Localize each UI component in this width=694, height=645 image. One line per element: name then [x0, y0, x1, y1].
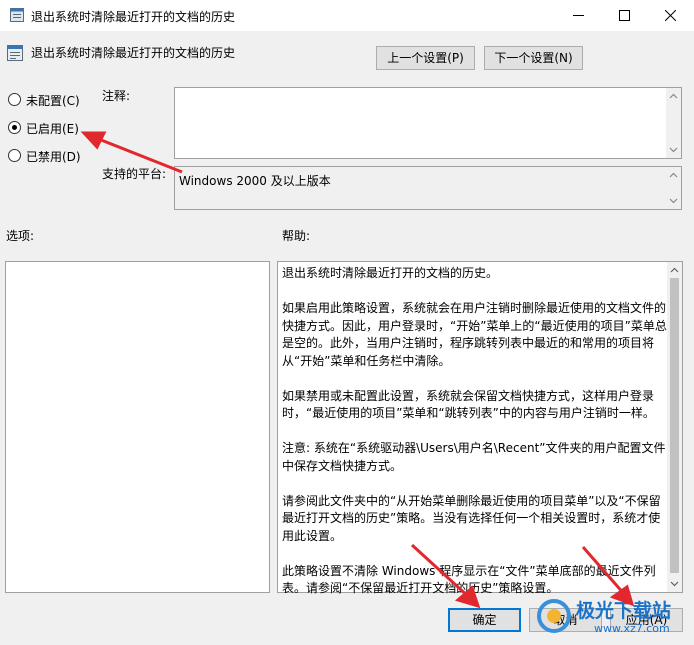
radio-selected-dot [12, 125, 17, 130]
radio-circle[interactable] [8, 93, 21, 106]
policy-name: 退出系统时清除最近打开的文档的历史 [31, 46, 236, 60]
watermark: 极光下载站 www.xz7.com [534, 594, 692, 643]
minimize-icon [573, 15, 584, 16]
policy-setting-icon [7, 45, 23, 61]
close-button[interactable] [648, 0, 694, 31]
comment-scrollbar[interactable] [666, 88, 681, 158]
platform-label: 支持的平台: [102, 167, 167, 181]
comment-textarea[interactable] [174, 87, 682, 159]
help-text: 退出系统时清除最近打开的文档的历史。 如果启用此策略设置，系统就会在用户注销时删… [282, 266, 667, 595]
help-scrollbar[interactable] [667, 262, 682, 592]
platform-field: Windows 2000 及以上版本 [174, 166, 682, 210]
comment-label: 注释: [102, 89, 131, 103]
radio-label: 未配置(C) [26, 94, 80, 108]
radio-label: 已启用(E) [26, 122, 79, 136]
watermark-text: 极光下载站 [576, 600, 672, 622]
policy-window-icon [10, 8, 24, 22]
help-panel: 退出系统时清除最近打开的文档的历史。 如果启用此策略设置，系统就会在用户注销时删… [277, 261, 683, 595]
next-setting-button[interactable]: 下一个设置(N) [484, 46, 583, 70]
title-bar: 退出系统时清除最近打开的文档的历史 [0, 0, 694, 31]
window-title: 退出系统时清除最近打开的文档的历史 [31, 10, 236, 24]
minimize-button[interactable] [556, 0, 602, 31]
platform-value: Windows 2000 及以上版本 [179, 174, 331, 188]
scroll-thumb[interactable] [670, 278, 679, 573]
arrow-head-icon [80, 131, 107, 150]
prev-setting-button[interactable]: 上一个设置(P) [376, 46, 475, 70]
radio-circle[interactable] [8, 121, 21, 134]
options-label: 选项: [6, 229, 35, 243]
radio-circle[interactable] [8, 149, 21, 162]
maximize-icon [619, 10, 630, 21]
help-label: 帮助: [282, 229, 311, 243]
options-panel [5, 261, 270, 593]
close-icon [665, 10, 676, 21]
scroll-up-icon[interactable] [669, 171, 678, 180]
scroll-down-icon[interactable] [670, 579, 679, 588]
scroll-up-icon[interactable] [669, 92, 678, 101]
scroll-up-icon[interactable] [670, 266, 679, 275]
platform-scrollbar[interactable] [666, 167, 681, 209]
scroll-down-icon[interactable] [669, 145, 678, 154]
ok-button[interactable]: 确定 [448, 608, 521, 632]
scroll-down-icon[interactable] [669, 196, 678, 205]
maximize-button[interactable] [602, 0, 648, 31]
watermark-url: www.xz7.com [594, 622, 670, 635]
radio-label: 已禁用(D) [26, 150, 81, 164]
